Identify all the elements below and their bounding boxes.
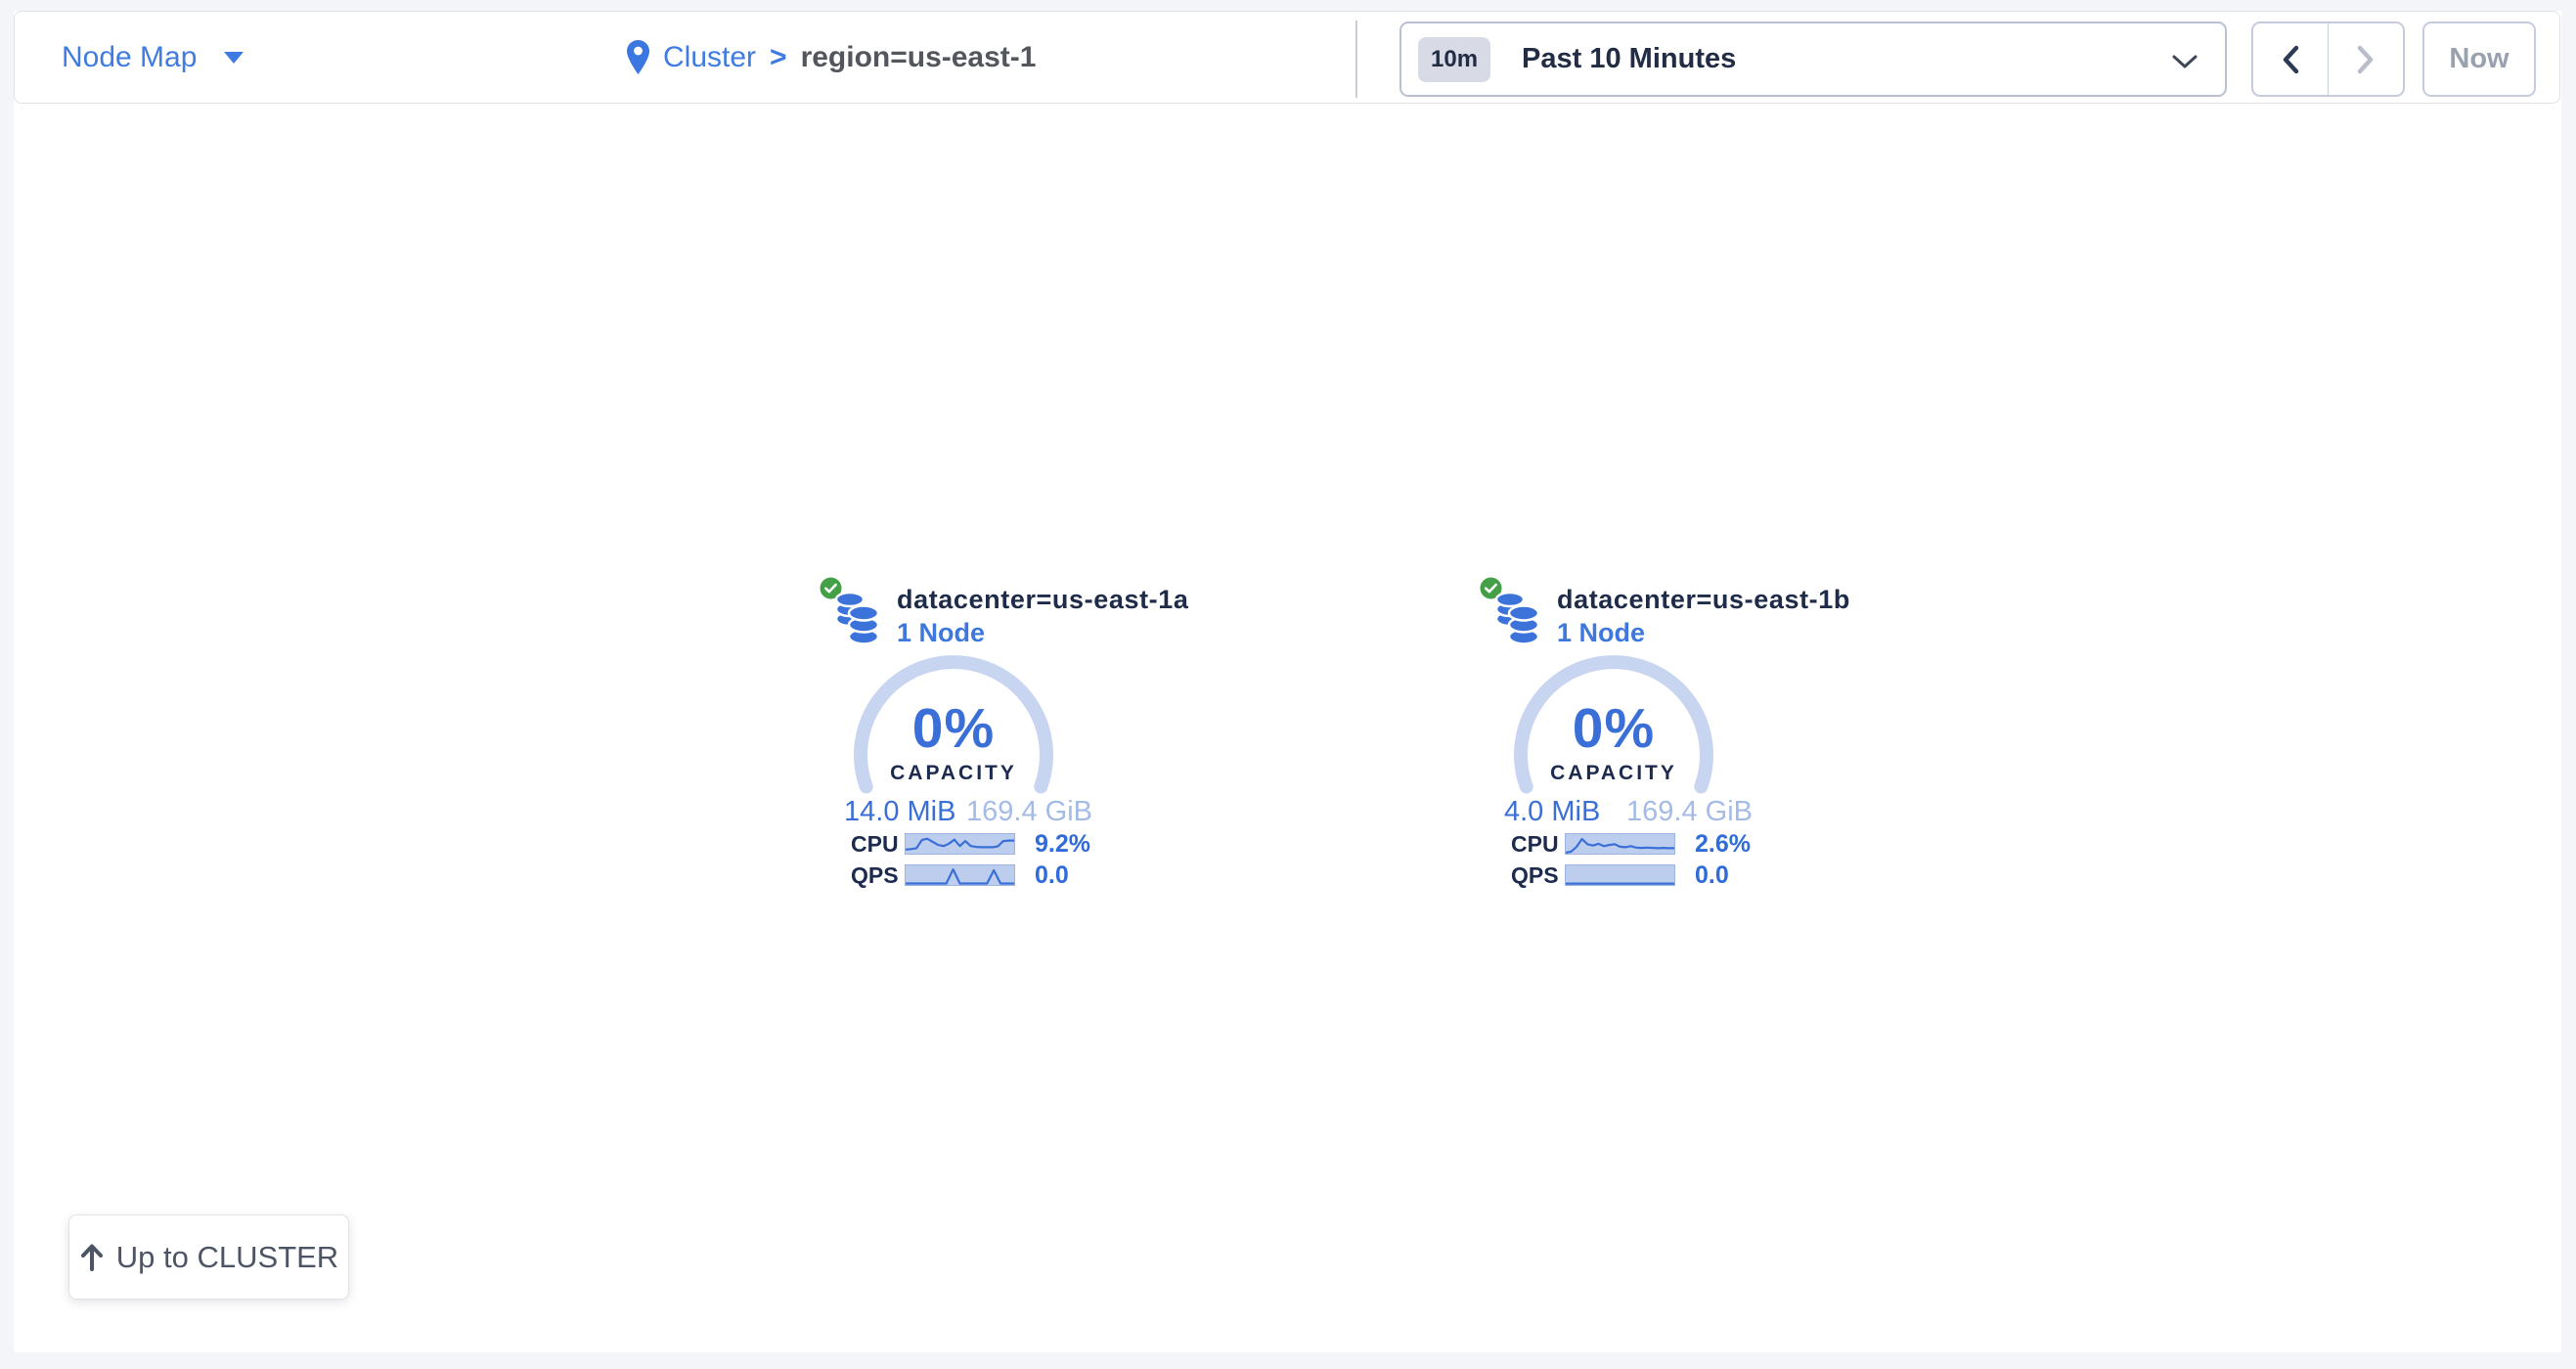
up-to-cluster-button[interactable]: Up to CLUSTER bbox=[68, 1214, 349, 1300]
node-map-canvas bbox=[14, 11, 2561, 1352]
cpu-metric-row: CPU 9.2% bbox=[851, 833, 1105, 855]
capacity-used: 14.0 MiB bbox=[844, 796, 955, 827]
cpu-value: 2.6% bbox=[1695, 830, 1751, 859]
time-range-prev-button[interactable] bbox=[2253, 23, 2329, 95]
capacity-percent: 0% bbox=[846, 700, 1061, 757]
time-window-badge: 10m bbox=[1418, 37, 1490, 82]
qps-metric-row: QPS 0.0 bbox=[1511, 864, 1765, 886]
datacenter-node-count: 1 Node bbox=[897, 618, 985, 647]
capacity-caption: CAPACITY bbox=[846, 762, 1061, 785]
now-button[interactable]: Now bbox=[2422, 22, 2536, 97]
database-stack-icon bbox=[1493, 588, 1540, 646]
qps-sparkline bbox=[1565, 864, 1675, 886]
qps-label: QPS bbox=[1511, 862, 1565, 889]
capacity-usage-row: 4.0 MiB 169.4 GiB bbox=[1504, 796, 1753, 827]
header-divider bbox=[1355, 21, 1357, 98]
arrow-up-icon bbox=[79, 1243, 105, 1272]
view-mode-selector[interactable]: Node Map bbox=[62, 12, 244, 103]
location-pin-icon bbox=[627, 40, 649, 74]
cpu-sparkline bbox=[905, 833, 1015, 855]
capacity-usage-row: 14.0 MiB 169.4 GiB bbox=[844, 796, 1092, 827]
time-window-select[interactable]: 10m Past 10 Minutes bbox=[1399, 22, 2227, 97]
view-mode-label: Node Map bbox=[62, 41, 197, 74]
database-stack-icon bbox=[833, 588, 880, 646]
datacenter-card-us-east-1b[interactable]: datacenter=us-east-1b 1 Node 0% CAPACITY… bbox=[1480, 575, 1765, 890]
header-bar: Node Map Cluster > region=us-east-1 10m … bbox=[14, 11, 2560, 104]
cpu-sparkline bbox=[1565, 833, 1675, 855]
qps-value: 0.0 bbox=[1695, 861, 1729, 890]
cpu-metric-row: CPU 2.6% bbox=[1511, 833, 1765, 855]
breadcrumb: Cluster > region=us-east-1 bbox=[627, 12, 1036, 103]
time-window-label: Past 10 Minutes bbox=[1522, 43, 1736, 75]
cpu-label: CPU bbox=[1511, 831, 1565, 858]
cpu-value: 9.2% bbox=[1035, 830, 1090, 859]
capacity-total: 169.4 GiB bbox=[1626, 796, 1753, 827]
chevron-down-icon bbox=[224, 52, 244, 64]
capacity-caption: CAPACITY bbox=[1506, 762, 1721, 785]
chevron-right-icon bbox=[2357, 45, 2375, 74]
qps-metric-row: QPS 0.0 bbox=[851, 864, 1105, 886]
up-to-cluster-label: Up to CLUSTER bbox=[116, 1240, 338, 1275]
capacity-used: 4.0 MiB bbox=[1504, 796, 1600, 827]
breadcrumb-cluster-link[interactable]: Cluster bbox=[663, 41, 756, 74]
chevron-down-icon bbox=[2172, 55, 2198, 68]
time-range-stepper bbox=[2251, 22, 2405, 97]
datacenter-name: datacenter=us-east-1b bbox=[1557, 585, 1850, 614]
datacenter-name: datacenter=us-east-1a bbox=[897, 585, 1189, 614]
capacity-percent: 0% bbox=[1506, 700, 1721, 757]
qps-label: QPS bbox=[851, 862, 905, 889]
datacenter-node-count: 1 Node bbox=[1557, 618, 1645, 647]
qps-sparkline bbox=[905, 864, 1015, 886]
chevron-left-icon bbox=[2282, 45, 2299, 74]
time-range-next-button[interactable] bbox=[2329, 23, 2403, 95]
qps-value: 0.0 bbox=[1035, 861, 1069, 890]
capacity-total: 169.4 GiB bbox=[966, 796, 1092, 827]
cpu-label: CPU bbox=[851, 831, 905, 858]
breadcrumb-separator: > bbox=[770, 41, 787, 74]
breadcrumb-current-locality: region=us-east-1 bbox=[801, 41, 1037, 74]
datacenter-card-us-east-1a[interactable]: datacenter=us-east-1a 1 Node 0% CAPACITY… bbox=[820, 575, 1105, 890]
